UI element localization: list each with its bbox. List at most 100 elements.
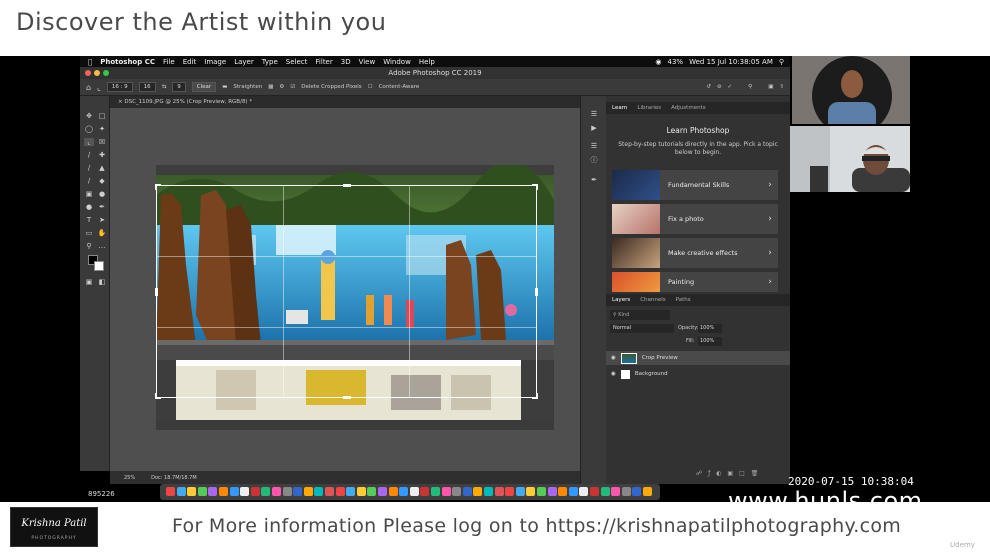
- layer-footer-icons[interactable]: ☍ƒ◐▣□🗑: [696, 470, 764, 477]
- quick-mask-icon[interactable]: ▣: [84, 278, 94, 286]
- zoom-window-icon[interactable]: [103, 70, 109, 76]
- dock-app-icon[interactable]: [208, 487, 218, 496]
- gradient-tool-icon[interactable]: ▣: [84, 190, 94, 198]
- dock-app-icon[interactable]: [484, 487, 493, 496]
- menu-help[interactable]: Help: [419, 58, 435, 66]
- eyedropper-icon[interactable]: ∕: [84, 151, 94, 159]
- layer-row-background[interactable]: ◉ Background: [606, 367, 790, 381]
- zoom-level[interactable]: 25%: [124, 475, 135, 481]
- dock-app-icon[interactable]: [515, 487, 525, 496]
- menu-layer[interactable]: Layer: [234, 58, 254, 66]
- dock-app-icon[interactable]: [452, 487, 462, 496]
- dock-app-icon[interactable]: [293, 487, 303, 496]
- minimize-window-icon[interactable]: [94, 70, 100, 76]
- learn-panel-icon[interactable]: ☰: [589, 110, 599, 118]
- dock-app-icon[interactable]: [325, 487, 334, 496]
- screen-mode-icon[interactable]: ◧: [97, 278, 107, 286]
- dock-app-icon[interactable]: [441, 487, 451, 496]
- wifi-icon[interactable]: ◉: [655, 58, 661, 66]
- crop-handle-top-left[interactable]: [155, 184, 161, 190]
- dock-app-icon[interactable]: [272, 487, 281, 496]
- eraser-tool-icon[interactable]: ◆: [97, 177, 107, 185]
- dock-app-icon[interactable]: [346, 487, 356, 496]
- shape-tool-icon[interactable]: ▭: [84, 229, 94, 237]
- commit-crop-icon[interactable]: ✓: [728, 84, 733, 90]
- delete-cropped-checkbox[interactable]: ☑: [290, 84, 295, 90]
- layer-row-crop-preview[interactable]: ◉ Crop Preview: [606, 351, 790, 365]
- tab-channels[interactable]: Channels: [640, 297, 665, 303]
- stamp-tool-icon[interactable]: ▲: [97, 164, 107, 172]
- dock-app-icon[interactable]: [229, 487, 239, 496]
- dock-app-icon[interactable]: [388, 487, 398, 496]
- reset-icon[interactable]: ↺: [706, 84, 711, 90]
- tab-adjustments[interactable]: Adjustments: [671, 105, 705, 111]
- menu-3d[interactable]: 3D: [341, 58, 351, 66]
- menu-filter[interactable]: Filter: [315, 58, 332, 66]
- hand-tool-icon[interactable]: ✋: [97, 229, 107, 237]
- menu-select[interactable]: Select: [286, 58, 308, 66]
- crop-box[interactable]: [155, 184, 538, 399]
- close-window-icon[interactable]: [85, 70, 91, 76]
- menu-photoshop[interactable]: Photoshop CC: [100, 58, 155, 66]
- clear-button[interactable]: Clear: [191, 82, 217, 92]
- document-tab[interactable]: DSC_1109.JPG @ 25% (Crop Preview, RGB/8)…: [124, 99, 252, 105]
- crop-handle-right[interactable]: [535, 287, 538, 296]
- info-panel-icon[interactable]: ⓘ: [589, 156, 599, 164]
- dock-app-icon[interactable]: [356, 487, 366, 496]
- dock-app-icon[interactable]: [579, 487, 589, 496]
- content-aware-checkbox[interactable]: ☐: [368, 84, 373, 90]
- dock-app-icon[interactable]: [632, 487, 642, 496]
- opacity-field[interactable]: 100%: [698, 324, 722, 333]
- dock-app-icon[interactable]: [537, 487, 546, 496]
- menu-window[interactable]: Window: [383, 58, 411, 66]
- dock-app-icon[interactable]: [526, 487, 536, 496]
- play-action-icon[interactable]: ▶: [589, 124, 599, 132]
- frame-tool-icon[interactable]: ☒: [97, 138, 107, 146]
- history-brush-icon[interactable]: ∕: [84, 177, 94, 185]
- layer-kind-filter[interactable]: ⚲ Kind: [610, 310, 670, 320]
- eye-icon[interactable]: ◉: [611, 371, 616, 377]
- blend-mode-select[interactable]: Normal: [610, 324, 674, 333]
- close-doc-icon[interactable]: ×: [118, 99, 123, 105]
- dock-app-icon[interactable]: [240, 487, 250, 496]
- dock-app-icon[interactable]: [303, 487, 313, 496]
- eye-icon[interactable]: ◉: [611, 355, 616, 361]
- zoom-tool-icon[interactable]: ⚲: [84, 242, 94, 250]
- fill-field[interactable]: 100%: [698, 337, 722, 346]
- learn-card-painting[interactable]: Painting ›: [612, 272, 778, 292]
- learn-card-fundamental-skills[interactable]: Fundamental Skills ›: [612, 170, 778, 200]
- magic-wand-icon[interactable]: ✦: [97, 125, 107, 133]
- cancel-crop-icon[interactable]: ⊘: [717, 84, 722, 90]
- dock-app-icon[interactable]: [187, 487, 197, 496]
- healing-brush-icon[interactable]: ✚: [97, 151, 107, 159]
- tab-learn[interactable]: Learn: [612, 105, 627, 111]
- type-tool-icon[interactable]: T: [84, 216, 94, 224]
- dock-app-icon[interactable]: [600, 487, 610, 496]
- straighten-button[interactable]: Straighten: [233, 84, 262, 90]
- workspace-icon[interactable]: ▣: [768, 84, 773, 90]
- crop-handle-top[interactable]: [342, 184, 351, 187]
- tab-paths[interactable]: Paths: [676, 297, 691, 303]
- crop-settings-icon[interactable]: ⚙: [279, 84, 284, 90]
- dock-app-icon[interactable]: [219, 487, 228, 496]
- marquee-tool-icon[interactable]: □: [97, 112, 107, 120]
- crop-handle-bottom-right[interactable]: [532, 393, 538, 399]
- dock-app-icon[interactable]: [462, 487, 472, 496]
- dock-app-icon[interactable]: [176, 487, 186, 496]
- dock-app-icon[interactable]: [335, 487, 345, 496]
- tab-libraries[interactable]: Libraries: [637, 105, 661, 111]
- overlay-grid-icon[interactable]: ▦: [268, 84, 273, 90]
- properties-panel-icon[interactable]: ☰: [589, 142, 599, 150]
- blur-tool-icon[interactable]: ●: [97, 190, 107, 198]
- dock-app-icon[interactable]: [282, 487, 292, 496]
- menubar-clock[interactable]: Wed 15 Jul 10:38:05 AM: [689, 58, 773, 66]
- dodge-tool-icon[interactable]: ●: [84, 203, 94, 211]
- tab-layers[interactable]: Layers: [612, 297, 630, 303]
- dock-app-icon[interactable]: [250, 487, 260, 496]
- menu-view[interactable]: View: [359, 58, 376, 66]
- dock-app-icon[interactable]: [568, 487, 578, 496]
- path-select-icon[interactable]: ➤: [97, 216, 107, 224]
- search-icon[interactable]: ⚲: [738, 84, 762, 90]
- brushes-panel-icon[interactable]: ✒: [589, 176, 599, 184]
- dock-app-icon[interactable]: [558, 487, 568, 496]
